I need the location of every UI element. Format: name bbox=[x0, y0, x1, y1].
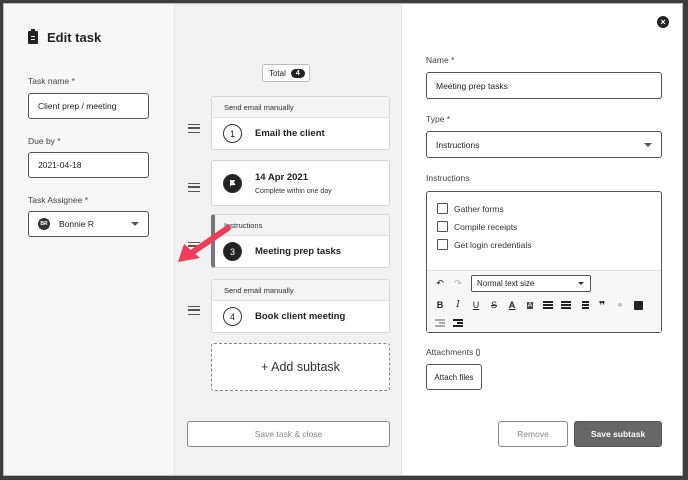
attachments-label: Attachments bbox=[426, 347, 481, 357]
undo-icon[interactable]: ↶ bbox=[434, 277, 446, 289]
total-label: Total bbox=[269, 68, 286, 78]
checklist-icon[interactable] bbox=[578, 299, 590, 311]
annotation-arrow-icon bbox=[178, 225, 231, 262]
subtask-type: Send email manually bbox=[212, 97, 389, 118]
attachments-label-text: Attachments bbox=[426, 347, 474, 357]
type-label: Type * bbox=[426, 114, 451, 124]
subtask-type-value: Instructions bbox=[436, 139, 480, 150]
remove-button[interactable]: Remove bbox=[498, 421, 568, 447]
drag-handle-icon[interactable] bbox=[188, 183, 200, 192]
subtask-date: 14 Apr 2021 bbox=[255, 171, 308, 183]
editor-toolbar: ↶ ↷ Normal text size B I U S A A ❞ ⚭ bbox=[427, 270, 661, 332]
quote-icon[interactable]: ❞ bbox=[596, 299, 608, 312]
subtask-name-input[interactable]: Meeting prep tasks bbox=[426, 72, 662, 99]
checklist-item[interactable]: Get login credentials bbox=[437, 239, 532, 250]
drag-handle-icon[interactable] bbox=[188, 306, 200, 315]
bullet-list-icon[interactable] bbox=[542, 299, 554, 311]
subtask-number: 1 bbox=[223, 124, 242, 143]
due-by-value: 2021-04-18 bbox=[38, 160, 82, 170]
modal-header: Edit task bbox=[28, 29, 102, 45]
subtask-name: Email the client bbox=[255, 128, 325, 139]
indent-icon[interactable] bbox=[452, 317, 464, 329]
due-by-label: Due by * bbox=[28, 136, 61, 146]
subtask-total: Total 4 bbox=[262, 64, 310, 82]
name-label: Name * bbox=[426, 55, 455, 65]
checklist-item-label: Get login credentials bbox=[454, 239, 532, 250]
text-style-value: Normal text size bbox=[477, 279, 535, 288]
subtask-card-4[interactable]: Send email manually 4 Book client meetin… bbox=[211, 279, 390, 333]
checkbox[interactable] bbox=[437, 239, 448, 250]
italic-icon[interactable]: I bbox=[452, 299, 464, 311]
chevron-down-icon bbox=[578, 282, 584, 285]
text-color-icon[interactable]: A bbox=[506, 299, 518, 311]
highlight-icon[interactable]: A bbox=[524, 299, 536, 311]
save-task-close-button[interactable]: Save task & close bbox=[187, 421, 390, 447]
checkbox[interactable] bbox=[437, 203, 448, 214]
numbered-list-icon[interactable] bbox=[560, 299, 572, 311]
add-subtask-button[interactable]: + Add subtask bbox=[211, 343, 390, 391]
subtask-type: Send email manually bbox=[212, 280, 389, 301]
embed-icon[interactable] bbox=[632, 299, 644, 311]
subtask-milestone-badge bbox=[223, 173, 242, 193]
checklist-item[interactable]: Compile receipts bbox=[437, 221, 517, 232]
subtask-card-1[interactable]: Send email manually 1 Email the client bbox=[211, 96, 390, 150]
checkbox[interactable] bbox=[437, 221, 448, 232]
bold-icon[interactable]: B bbox=[434, 299, 446, 311]
assignee-avatar: BR bbox=[38, 218, 50, 230]
chevron-down-icon bbox=[644, 142, 652, 147]
checklist-item-label: Compile receipts bbox=[454, 221, 518, 232]
strikethrough-icon[interactable]: S bbox=[488, 299, 500, 311]
edit-task-modal: Edit task Task name * Client prep / meet… bbox=[3, 3, 683, 476]
checklist-item-label: Gather forms bbox=[454, 203, 504, 214]
task-name-value: Client prep / meeting bbox=[38, 101, 117, 111]
task-name-input[interactable]: Client prep / meeting bbox=[28, 93, 149, 119]
flag-icon bbox=[229, 179, 236, 187]
total-count-badge: 4 bbox=[290, 68, 305, 78]
attach-files-button[interactable]: Attach files bbox=[426, 364, 482, 390]
subtask-card-2[interactable]: 14 Apr 2021 Complete within one day bbox=[211, 160, 390, 206]
subtask-card-3-active[interactable]: Instructions 3 Meeting prep tasks bbox=[211, 214, 390, 268]
assignee-label: Task Assignee * bbox=[28, 195, 89, 205]
subtask-name: Book client meeting bbox=[255, 311, 346, 322]
subtask-subtitle: Complete within one day bbox=[255, 187, 332, 195]
due-by-input[interactable]: 2021-04-18 bbox=[28, 152, 149, 178]
subtask-number: 4 bbox=[223, 307, 242, 326]
save-subtask-button[interactable]: Save subtask bbox=[574, 421, 662, 447]
drag-handle-icon[interactable] bbox=[188, 124, 200, 133]
redo-icon[interactable]: ↷ bbox=[452, 277, 464, 289]
subtask-name-value: Meeting prep tasks bbox=[436, 80, 508, 91]
subtask-editor-panel: × Name * Meeting prep tasks Type * Instr… bbox=[402, 4, 682, 475]
underline-icon[interactable]: U bbox=[470, 299, 482, 311]
text-style-select[interactable]: Normal text size bbox=[471, 275, 591, 292]
assignee-name: Bonnie R bbox=[59, 219, 94, 229]
subtask-type-select[interactable]: Instructions bbox=[426, 131, 662, 158]
checklist-item[interactable]: Gather forms bbox=[437, 203, 504, 214]
task-name-label: Task name * bbox=[28, 76, 75, 86]
instructions-editor[interactable]: Gather forms Compile receipts Get login … bbox=[426, 191, 662, 333]
close-icon[interactable]: × bbox=[657, 16, 669, 28]
task-details-panel: Edit task Task name * Client prep / meet… bbox=[4, 4, 174, 475]
subtask-type: Instructions bbox=[215, 215, 389, 236]
paperclip-icon bbox=[476, 349, 481, 356]
instructions-label: Instructions bbox=[426, 173, 470, 183]
subtask-name: Meeting prep tasks bbox=[255, 246, 342, 257]
chevron-down-icon bbox=[131, 222, 139, 226]
outdent-icon[interactable] bbox=[434, 317, 446, 329]
clipboard-icon bbox=[28, 29, 38, 44]
assignee-select[interactable]: BR Bonnie R bbox=[28, 211, 149, 237]
modal-title: Edit task bbox=[47, 30, 102, 45]
link-icon[interactable]: ⚭ bbox=[614, 299, 626, 311]
